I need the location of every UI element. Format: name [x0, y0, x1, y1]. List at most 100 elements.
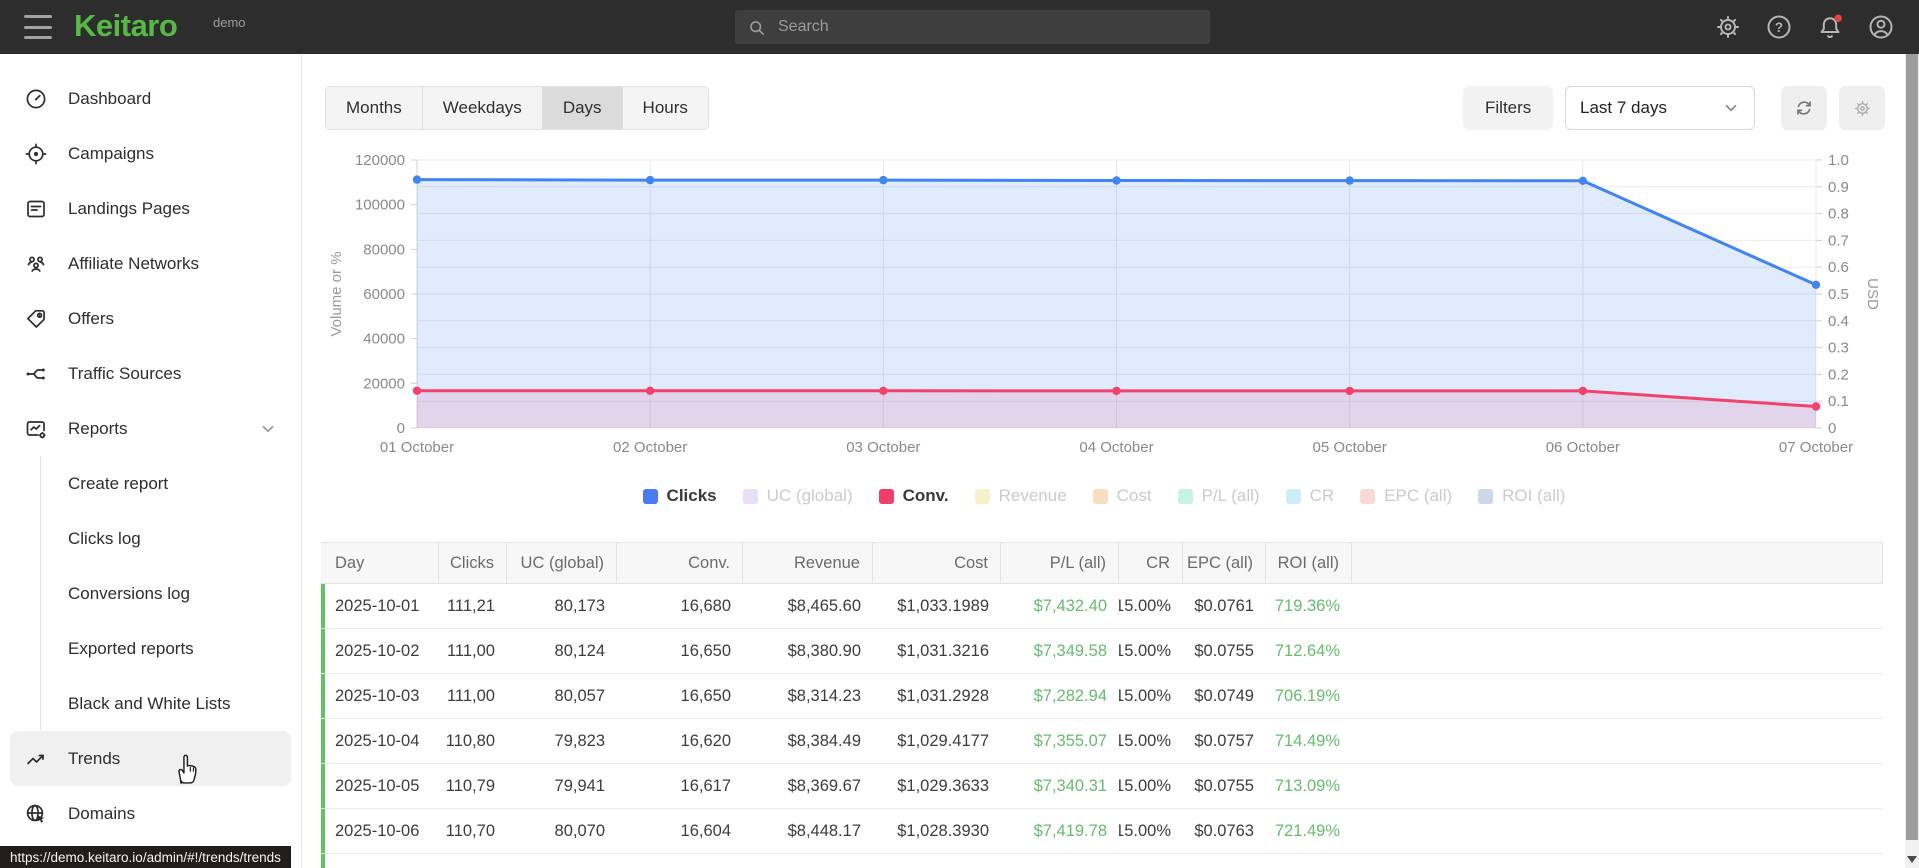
cell-epc-all: $0.0760: [1183, 854, 1266, 868]
hamburger-menu-icon[interactable]: [24, 15, 52, 39]
sidebar-subnav: Create report Clicks log Conversions log Ex…: [40, 456, 301, 731]
cell-uc-global: 80,070: [554, 821, 605, 840]
column-header-cr[interactable]: CR: [1119, 543, 1183, 583]
legend-item-cr[interactable]: CR: [1285, 486, 1334, 506]
point-clicks: [1345, 176, 1354, 185]
trends-table: Day Clicks UC (global) Conv. Revenue Cost P/L …: [321, 542, 1883, 868]
left-axis-tick: 60000: [363, 286, 405, 303]
legend-item-epc-all[interactable]: EPC (all): [1360, 486, 1452, 506]
sidebar-item-affiliate-networks[interactable]: Affiliate Networks: [10, 236, 291, 291]
trends-icon: [24, 747, 48, 771]
cell-day: 2025-10-04: [335, 731, 420, 750]
column-header-p-l-all[interactable]: P/L (all): [1001, 543, 1119, 583]
point-clicks: [1811, 280, 1821, 289]
column-header-uc-global[interactable]: UC (global): [507, 543, 617, 583]
tab-hours[interactable]: Hours: [622, 87, 708, 129]
cell-revenue: $8,384.49: [787, 731, 861, 750]
legend-item-clicks[interactable]: Clicks: [642, 486, 717, 506]
sidebar-item-traffic-sources[interactable]: Traffic Sources: [10, 346, 291, 401]
x-axis-tick: 03 October: [846, 439, 920, 456]
vertical-scrollbar[interactable]: [1905, 54, 1919, 868]
sidebar-item-exported-reports[interactable]: Exported reports: [41, 621, 301, 676]
brand-badge: demo: [213, 15, 246, 30]
sidebar-item-label: Domains: [68, 803, 136, 823]
table-row: 2025-10-02 111,00 80,124 16,650 $8,380.90 $1,…: [321, 629, 1883, 674]
filters-button[interactable]: Filters: [1463, 86, 1554, 130]
column-header-epc-all[interactable]: EPC (all): [1183, 543, 1266, 583]
sidebar-item-clicks-log[interactable]: Clicks log: [41, 511, 301, 566]
column-header-cost[interactable]: Cost: [873, 543, 1001, 583]
cell-clicks: 111,00: [446, 641, 495, 660]
sidebar-item-dashboard[interactable]: Dashboard: [10, 71, 291, 126]
legend-label: EPC (all): [1384, 486, 1453, 505]
column-header-conv[interactable]: Conv.: [617, 543, 743, 583]
cell-p-l-all: $7,432.40: [1033, 596, 1107, 615]
sidebar-item-label: Dashboard: [68, 88, 152, 108]
cell-conv: 16,604: [680, 821, 731, 840]
column-header-day[interactable]: Day: [321, 543, 439, 583]
bell-icon[interactable]: [1816, 13, 1844, 41]
cell-epc-all: $0.0755: [1194, 641, 1254, 660]
sidebar-item-trends[interactable]: Trends: [10, 731, 291, 786]
legend-item-roi-all[interactable]: ROI (all): [1478, 486, 1565, 506]
chevron-down-icon: [259, 420, 277, 438]
cell-conv: 9,642: [617, 854, 743, 868]
legend-label: Clicks: [666, 486, 717, 505]
scrollbar-thumb[interactable]: [1906, 54, 1918, 840]
refresh-button[interactable]: [1781, 86, 1827, 130]
tab-weekdays[interactable]: Weekdays: [422, 87, 543, 129]
date-range-select[interactable]: Last 7 days: [1565, 86, 1755, 130]
sidebar-item-label: Landings Pages: [68, 198, 190, 218]
cell-cost: $587.3933: [873, 854, 1001, 868]
sidebar-item-campaigns[interactable]: Campaigns: [10, 126, 291, 181]
legend-item-conv[interactable]: Conv.: [878, 486, 949, 506]
chart-settings-button[interactable]: [1839, 86, 1885, 130]
column-header-roi-all[interactable]: ROI (all): [1266, 543, 1352, 583]
left-axis-tick: 40000: [363, 331, 405, 348]
search-input[interactable]: Search: [735, 10, 1210, 44]
sidebar-item-reports[interactable]: Reports: [10, 401, 291, 456]
user-icon[interactable]: [1867, 13, 1895, 41]
sidebar-item-create-report[interactable]: Create report: [41, 456, 301, 511]
point-clicks: [645, 175, 655, 185]
scrollbar-down-arrow[interactable]: [1907, 856, 1917, 863]
right-axis-tick: 0.9: [1828, 179, 1849, 196]
sidebar-item-black-and-white-lists[interactable]: Black and White Lists: [41, 676, 301, 731]
gear-icon[interactable]: [1714, 13, 1742, 41]
table-row: 2025-10-01 111,21 80,173 16,680 $8,465.60 $1,…: [321, 584, 1883, 629]
svg-text:?: ?: [1775, 20, 1783, 35]
cell-roi-all: 721.49%: [1274, 821, 1340, 840]
legend-label: UC (global): [766, 486, 853, 505]
sidebar-item-landings-pages[interactable]: Landings Pages: [10, 181, 291, 236]
column-header-filler: [1352, 543, 1883, 583]
legend-swatch: [1177, 488, 1193, 504]
tab-days[interactable]: Days: [542, 87, 623, 129]
cell-epc-all: $0.0755: [1194, 776, 1254, 795]
sidebar: Dashboard Campaigns Landings Pages Affiliat…: [0, 54, 302, 868]
column-header-clicks[interactable]: Clicks: [439, 543, 507, 583]
tab-months[interactable]: Months: [326, 87, 423, 129]
table-row: 2025-10-04 110,80 79,823 16,620 $8,384.49 $1,…: [321, 719, 1883, 764]
brand-logo[interactable]: Keitaro: [74, 8, 178, 44]
sidebar-item-conversions-log[interactable]: Conversions log: [41, 566, 301, 621]
notification-dot: [1834, 14, 1842, 22]
help-icon[interactable]: ?: [1765, 13, 1793, 41]
column-header-revenue[interactable]: Revenue: [743, 543, 873, 583]
cell-revenue: $8,448.17: [787, 821, 861, 840]
legend-item-p-l-all[interactable]: P/L (all): [1177, 486, 1260, 506]
cell-conv: 16,650: [680, 641, 731, 660]
legend-item-cost[interactable]: Cost: [1092, 486, 1152, 506]
x-axis-tick: 06 October: [1546, 439, 1620, 456]
legend-item-uc-global[interactable]: UC (global): [742, 486, 853, 506]
legend-item-revenue[interactable]: Revenue: [974, 486, 1067, 506]
sidebar-item-domains[interactable]: Domains: [10, 786, 291, 841]
left-axis-tick: 80000: [363, 241, 405, 258]
sidebar-item-offers[interactable]: Offers: [10, 291, 291, 346]
cell-cr: 15.04%: [1119, 854, 1183, 868]
cell-filler: [1352, 764, 1883, 808]
cell-uc-global: 80,057: [554, 686, 605, 705]
cell-epc-all: $0.0761: [1194, 596, 1254, 615]
point-conv: [1112, 386, 1121, 396]
cell-clicks: 111,00: [446, 686, 495, 705]
cell-conv: 16,617: [680, 776, 731, 795]
